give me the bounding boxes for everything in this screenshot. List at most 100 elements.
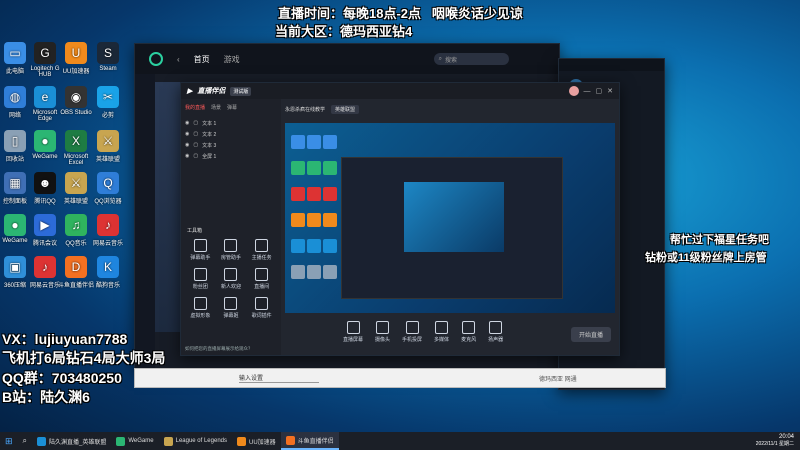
scene-tab[interactable]: 场景	[211, 104, 221, 111]
source-item[interactable]: ◉ ▢ 文本 3	[185, 140, 277, 151]
start-button[interactable]: ⊞	[0, 432, 18, 450]
app-icon: S	[97, 42, 119, 64]
desktop-icon[interactable]: ⚔ 英雄联盟	[58, 172, 94, 205]
app-icon: ▯	[4, 130, 26, 152]
preview-desktop-icon	[323, 161, 337, 175]
companion-window[interactable]: ▶ 直播伴侣 测试版 — ▢ ✕ 我的直播 场景 弹幕 ◉ ▢ 文本 1 ◉ ▢ 文本 2 ◉ ▢…	[180, 82, 620, 356]
bottom-tool-button[interactable]: 扬声器	[488, 321, 503, 343]
companion-avatar[interactable]	[568, 86, 579, 96]
tool-button[interactable]: 直播间	[246, 268, 277, 290]
lock-icon[interactable]: ▢	[193, 142, 198, 149]
minimize-icon[interactable]: —	[584, 88, 591, 95]
taskbar-item[interactable]: UU加速器	[232, 432, 281, 450]
desktop-icon[interactable]: ♪ 网易云音乐	[90, 214, 126, 247]
desktop-icon[interactable]: S Steam	[90, 42, 126, 72]
source-label: 文本 2	[202, 132, 217, 138]
taskbar-app-icon	[237, 436, 246, 446]
overlay-qq: QQ群：703480250	[2, 370, 122, 386]
overlay-schedule: 直播时间：每晚18点-2点 咽喉炎话少见谅	[278, 6, 523, 21]
taskbar-item-label: UU加速器	[249, 439, 276, 446]
eye-icon[interactable]: ◉	[185, 131, 189, 138]
desktop-icon[interactable]: ♫ QQ音乐	[58, 214, 94, 247]
tool-icon	[224, 297, 238, 310]
lock-icon[interactable]: ▢	[193, 153, 198, 160]
preview-desktop-icon	[323, 213, 337, 227]
windows-icon: ⊞	[5, 435, 13, 446]
bottom-tool-button[interactable]: 摄像头	[375, 321, 390, 343]
tool-button[interactable]: 新人欢迎	[216, 268, 247, 290]
category-select[interactable]: 英雄联盟	[331, 105, 360, 114]
tool-label: 直播间	[254, 284, 270, 290]
tool-button[interactable]: 主播任务	[246, 239, 277, 261]
companion-logo: 直播伴侣	[197, 88, 226, 95]
lock-icon[interactable]: ▢	[193, 120, 198, 127]
desktop-icon[interactable]: D 斗鱼直播伴侣	[58, 256, 94, 289]
tool-button[interactable]: 虚拟形象	[185, 297, 216, 319]
wegame-back-icon[interactable]: ‹	[177, 55, 180, 64]
tool-label: 房管助手	[220, 255, 241, 261]
source-item[interactable]: ◉ ▢ 文本 2	[185, 129, 277, 140]
desktop-icon-label: 斗鱼直播伴侣	[58, 283, 95, 289]
desktop-icon[interactable]: K 酷狗音乐	[90, 256, 126, 289]
preview-desktop-icon	[323, 239, 337, 253]
overlay-region: 当前大区：德玛西亚钻4	[275, 24, 413, 39]
wegame-search-input[interactable]: ⌕ 搜索	[433, 53, 509, 65]
tool-label: 歌词插件	[251, 313, 272, 319]
app-icon: ◍	[4, 86, 26, 108]
desktop-icon[interactable]: ◉ OBS Studio	[58, 86, 94, 116]
desktop-icon[interactable]: ✂ 必剪	[90, 86, 126, 119]
taskbar-item[interactable]: League of Legends	[159, 432, 232, 450]
bottom-tool-button[interactable]: 直播屏幕	[343, 321, 363, 343]
source-item[interactable]: ◉ ▢ 文本 1	[185, 118, 277, 129]
eye-icon[interactable]: ◉	[185, 153, 189, 160]
wegame-tab-games[interactable]: 游戏	[224, 54, 240, 65]
tool-button[interactable]: 粉丝团	[185, 268, 216, 290]
desktop-icon-label: Microsoft Excel	[63, 154, 89, 166]
clock-date[interactable]: 2022/11/1 星期二	[756, 441, 794, 448]
tool-button[interactable]: 弹幕姬	[216, 297, 247, 319]
eye-icon[interactable]: ◉	[185, 120, 189, 127]
tool-label: 弹幕姬	[223, 313, 239, 319]
stream-status: 德玛西亚 网通	[539, 376, 577, 383]
desktop-icon-label: UU加速器	[62, 69, 90, 75]
search-icon: ⌕	[22, 436, 28, 445]
bottom-tool-button[interactable]: 麦克风	[461, 321, 476, 343]
source-label: 文本 1	[202, 121, 217, 127]
tool-label: 弹幕助手	[190, 255, 211, 261]
taskbar-search[interactable]: ⌕	[18, 432, 32, 450]
settings-input[interactable]: 输入设置	[239, 373, 319, 383]
tool-label: 主播任务	[251, 255, 272, 261]
tool-button[interactable]: 弹幕助手	[185, 239, 216, 261]
bottom-tool-button[interactable]: 多媒体	[434, 321, 449, 343]
wegame-logo-icon	[149, 52, 163, 66]
app-icon: G	[34, 42, 56, 64]
tool-icon	[255, 297, 269, 310]
bottom-tool-icon	[462, 321, 476, 334]
desktop-icon[interactable]: X Microsoft Excel	[58, 130, 94, 166]
eye-icon[interactable]: ◉	[185, 142, 189, 149]
desktop-icon-label: QQ音乐	[65, 241, 87, 247]
scene-tab[interactable]: 我的直播	[185, 104, 205, 111]
close-icon[interactable]: ✕	[607, 87, 613, 95]
scene-tab[interactable]: 弹幕	[227, 104, 237, 111]
wegame-tab-home[interactable]: 首页	[194, 54, 210, 65]
preview-desktop-icon	[291, 187, 305, 201]
maximize-icon[interactable]: ▢	[596, 87, 603, 95]
start-stream-button[interactable]: 开始直播	[570, 327, 611, 342]
taskbar-item[interactable]: WeGame	[111, 432, 158, 450]
source-item[interactable]: ◉ ▢ 全屏 1	[185, 151, 277, 162]
bottom-tool-label: 直播屏幕	[343, 337, 364, 343]
tool-button[interactable]: 房管助手	[216, 239, 247, 261]
taskbar-app-icon	[285, 435, 295, 445]
bottom-tool-button[interactable]: 手机投屏	[402, 321, 422, 343]
desktop-icon[interactable]: U UU加速器	[58, 42, 94, 75]
taskbar-item[interactable]: 斗鱼直播伴侣	[280, 432, 339, 450]
tool-button[interactable]: 歌词插件	[246, 297, 277, 319]
desktop-icon[interactable]: ⚔ 英雄联盟	[90, 130, 126, 163]
desktop-icon[interactable]: Q QQ浏览器	[90, 172, 126, 205]
lock-icon[interactable]: ▢	[193, 131, 198, 138]
preview-desktop-icon	[323, 135, 337, 149]
stream-title-input[interactable]: 永恩杀疯在线教学	[285, 106, 325, 113]
clock-time[interactable]: 20:04	[756, 434, 794, 441]
taskbar-item[interactable]: 陆久渊直播_英雄联盟	[32, 432, 111, 450]
